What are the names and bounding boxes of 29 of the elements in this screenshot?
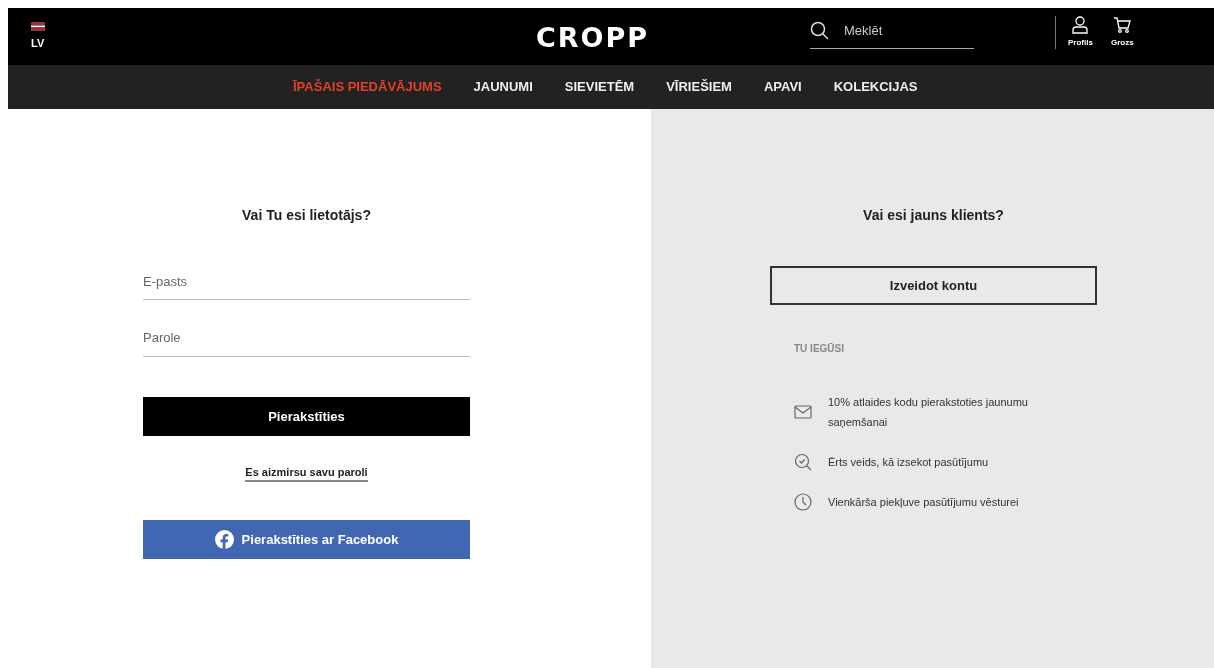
user-icon [1072,16,1089,34]
benefit-text: 10% atlaides kodu pierakstoties jaunumu saņemšanai [828,394,1029,430]
logo[interactable]: CROPP [536,18,650,59]
facebook-login-button[interactable]: Pierakstīties ar Facebook [143,520,470,560]
clock-icon [794,492,812,511]
nav-link[interactable]: APAVI [747,77,818,97]
profile-button[interactable]: Profils [1068,16,1093,49]
mail-icon [794,402,812,421]
search-icon [810,20,830,41]
nav-link[interactable]: KOLEKCIJAS [817,77,934,97]
benefits-heading: TU IEGŪSI [794,341,845,356]
login-title: Vai Tu esi lietotājs? [242,207,371,224]
flag-icon [31,21,45,31]
create-account-button[interactable]: Izveidot kontu [770,265,1097,305]
nav-link[interactable]: SIEVIETĒM [548,77,651,97]
cart-icon [1113,16,1132,34]
search-field[interactable]: Meklēt [842,20,962,42]
login-button[interactable]: Pierakstīties [143,396,470,436]
benefit-text: Vienkārša piekļuve pasūtījumu vēsturei [828,494,1019,510]
search-check-icon [794,452,812,471]
forgot-password-link[interactable]: Es aizmirsu savu paroli [245,463,368,483]
nav-link[interactable]: JAUNUMI [457,77,549,97]
facebook-icon [214,530,234,550]
cart-button[interactable]: Grozs [1110,16,1134,49]
nav-link[interactable]: ĪPAŠAIS PIEDĀVĀJUMS [277,77,458,97]
nav-link[interactable]: VĪRIEŠIEM [650,77,748,97]
register-title: Vai esi jauns klients? [862,207,1005,224]
language-code[interactable]: LV [31,34,68,52]
benefit-text: Ērts veids, kā izsekot pasūtījumu [828,454,989,470]
